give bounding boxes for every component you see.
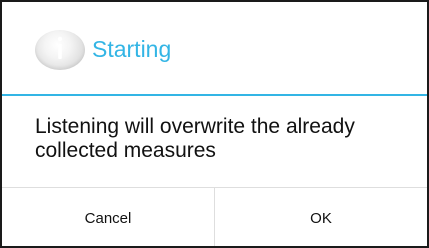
- dialog-button-bar: Cancel OK: [2, 187, 427, 246]
- alert-dialog: Starting Listening will overwrite the al…: [0, 0, 429, 248]
- cancel-button[interactable]: Cancel: [2, 188, 214, 246]
- dialog-message: Listening will overwrite the already col…: [35, 115, 355, 162]
- ok-button[interactable]: OK: [215, 188, 427, 246]
- dialog-header: Starting: [2, 2, 427, 94]
- info-glyph: [57, 36, 63, 59]
- title-divider: [2, 94, 427, 96]
- dialog-title: Starting: [92, 36, 172, 62]
- info-icon: [35, 30, 85, 70]
